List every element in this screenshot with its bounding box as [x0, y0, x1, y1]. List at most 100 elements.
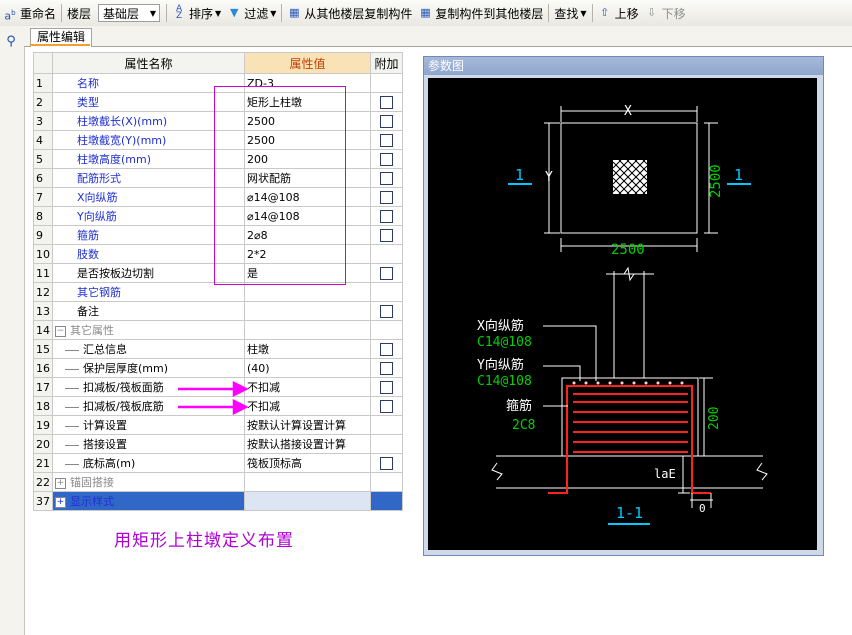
- rename-button[interactable]: ab 重命名: [0, 2, 59, 24]
- copy-to-floor-icon: ▦: [420, 6, 431, 19]
- attach-checkbox[interactable]: [380, 456, 393, 470]
- property-value[interactable]: ZD-3: [244, 73, 371, 93]
- table-row[interactable]: 1 名称 ZD-3: [33, 73, 403, 93]
- attach-checkbox[interactable]: [380, 152, 393, 166]
- property-name: 计算设置: [52, 415, 245, 435]
- property-name: 柱墩截长(X)(mm): [52, 111, 245, 131]
- property-value[interactable]: [244, 320, 371, 340]
- property-value[interactable]: 2500: [244, 111, 371, 131]
- table-row[interactable]: 10 肢数 2*2: [33, 244, 403, 264]
- property-value[interactable]: 网状配筋: [244, 168, 371, 188]
- property-value[interactable]: 筏板顶标高: [244, 453, 371, 473]
- attach-checkbox[interactable]: [380, 171, 393, 185]
- property-name-text: 类型: [77, 96, 99, 109]
- property-value[interactable]: [244, 301, 371, 321]
- table-row[interactable]: 5 柱墩高度(mm) 200: [33, 149, 403, 169]
- property-name: 肢数: [52, 244, 245, 264]
- table-row[interactable]: 12 其它钢筋: [33, 282, 403, 302]
- attach-checkbox[interactable]: [380, 304, 393, 318]
- property-value[interactable]: 2500: [244, 130, 371, 150]
- table-row[interactable]: 20 搭接设置 按默认搭接设置计算: [33, 434, 403, 454]
- table-row[interactable]: 2 类型 矩形上柱墩: [33, 92, 403, 112]
- table-row[interactable]: 6 配筋形式 网状配筋: [33, 168, 403, 188]
- attach-checkbox[interactable]: [380, 361, 393, 375]
- arrow-down-icon: ⇩: [646, 6, 657, 19]
- table-row[interactable]: 22 + 锚固搭接: [33, 472, 403, 492]
- move-up-label: 上移: [614, 6, 639, 21]
- attach-checkbox[interactable]: [380, 380, 393, 394]
- property-value[interactable]: 柱墩: [244, 339, 371, 359]
- property-value[interactable]: ⌀14@108: [244, 187, 371, 207]
- table-row[interactable]: 16 保护层厚度(mm) (40): [33, 358, 403, 378]
- property-name: 配筋形式: [52, 168, 245, 188]
- table-row[interactable]: 19 计算设置 按默认计算设置计算: [33, 415, 403, 435]
- attach-checkbox[interactable]: [380, 342, 393, 356]
- property-value[interactable]: 按默认计算设置计算: [244, 415, 371, 435]
- tree-line: [65, 368, 79, 370]
- property-name-text: 搭接设置: [83, 438, 127, 451]
- extra-cell: [370, 320, 403, 340]
- property-value[interactable]: 2*2: [244, 244, 371, 264]
- table-row[interactable]: 13 备注: [33, 301, 403, 321]
- property-name: 汇总信息: [52, 339, 245, 359]
- table-row[interactable]: 37 + 显示样式: [33, 491, 403, 511]
- sort-button[interactable]: AZ 排序 ▼: [169, 2, 224, 24]
- property-value[interactable]: 矩形上柱墩: [244, 92, 371, 112]
- table-row[interactable]: 15 汇总信息 柱墩: [33, 339, 403, 359]
- property-value[interactable]: [244, 282, 371, 302]
- move-down-button[interactable]: ⇩ 下移: [642, 2, 689, 24]
- attach-checkbox[interactable]: [380, 95, 393, 109]
- property-value[interactable]: 是: [244, 263, 371, 283]
- extra-cell: [370, 92, 403, 112]
- attach-checkbox[interactable]: [380, 399, 393, 413]
- extra-cell: [370, 453, 403, 473]
- floor-select[interactable]: 基础层 ▼: [98, 4, 161, 22]
- property-value[interactable]: [244, 472, 371, 492]
- row-number: 4: [33, 130, 53, 150]
- table-row[interactable]: 14− 其它属性: [33, 320, 403, 340]
- attach-checkbox[interactable]: [380, 114, 393, 128]
- table-row[interactable]: 7 X向纵筋 ⌀14@108: [33, 187, 403, 207]
- find-button[interactable]: 查找 ▼: [551, 2, 589, 24]
- attach-checkbox[interactable]: [380, 209, 393, 223]
- property-name-text: 肢数: [77, 248, 99, 261]
- chevron-down-icon: ▼: [580, 8, 587, 18]
- move-up-button[interactable]: ⇧ 上移: [595, 2, 642, 24]
- diagram-svg: X Y 2500 2500 1 1 X向纵筋 C14@108 Y向纵筋 C14@…: [477, 104, 768, 525]
- toolbar-separator: [61, 4, 63, 22]
- property-value[interactable]: ⌀14@108: [244, 206, 371, 226]
- copy-from-floor-button[interactable]: ▦ 从其他楼层复制构件: [284, 2, 415, 24]
- table-row[interactable]: 11 是否按板边切割 是: [33, 263, 403, 283]
- property-value[interactable]: 不扣减: [244, 396, 371, 416]
- table-row[interactable]: 4 柱墩截宽(Y)(mm) 2500: [33, 130, 403, 150]
- table-row[interactable]: 3 柱墩截长(X)(mm) 2500: [33, 111, 403, 131]
- extra-cell: [370, 225, 403, 245]
- property-value[interactable]: (40): [244, 358, 371, 378]
- table-row[interactable]: 9 箍筋 2⌀8: [33, 225, 403, 245]
- attach-checkbox[interactable]: [380, 190, 393, 204]
- copy-from-floor-label: 从其他楼层复制构件: [304, 6, 413, 21]
- property-value[interactable]: 不扣减: [244, 377, 371, 397]
- extra-cell: [370, 472, 403, 492]
- copy-to-floor-button[interactable]: ▦ 复制构件到其他楼层: [415, 2, 546, 24]
- expand-icon[interactable]: +: [55, 477, 66, 489]
- filter-button[interactable]: ▼ 过滤 ▼: [224, 2, 279, 24]
- annotation-arrows: [178, 380, 248, 416]
- move-down-label: 下移: [661, 6, 686, 21]
- collapse-icon[interactable]: −: [55, 325, 66, 337]
- extra-cell: [370, 491, 403, 511]
- property-value[interactable]: 2⌀8: [244, 225, 371, 245]
- property-value[interactable]: 按默认搭接设置计算: [244, 434, 371, 454]
- table-row[interactable]: 21 底标高(m) 筏板顶标高: [33, 453, 403, 473]
- property-name: 底标高(m): [52, 453, 245, 473]
- expand-icon[interactable]: +: [55, 496, 66, 508]
- property-value[interactable]: 200: [244, 149, 371, 169]
- attach-checkbox[interactable]: [380, 266, 393, 280]
- attach-checkbox[interactable]: [380, 133, 393, 147]
- extra-cell: [370, 244, 403, 264]
- property-value[interactable]: [244, 491, 371, 511]
- attach-checkbox[interactable]: [380, 228, 393, 242]
- section-mark-left: 1: [515, 166, 524, 184]
- search-icon[interactable]: ⚲: [2, 34, 20, 52]
- table-row[interactable]: 8 Y向纵筋 ⌀14@108: [33, 206, 403, 226]
